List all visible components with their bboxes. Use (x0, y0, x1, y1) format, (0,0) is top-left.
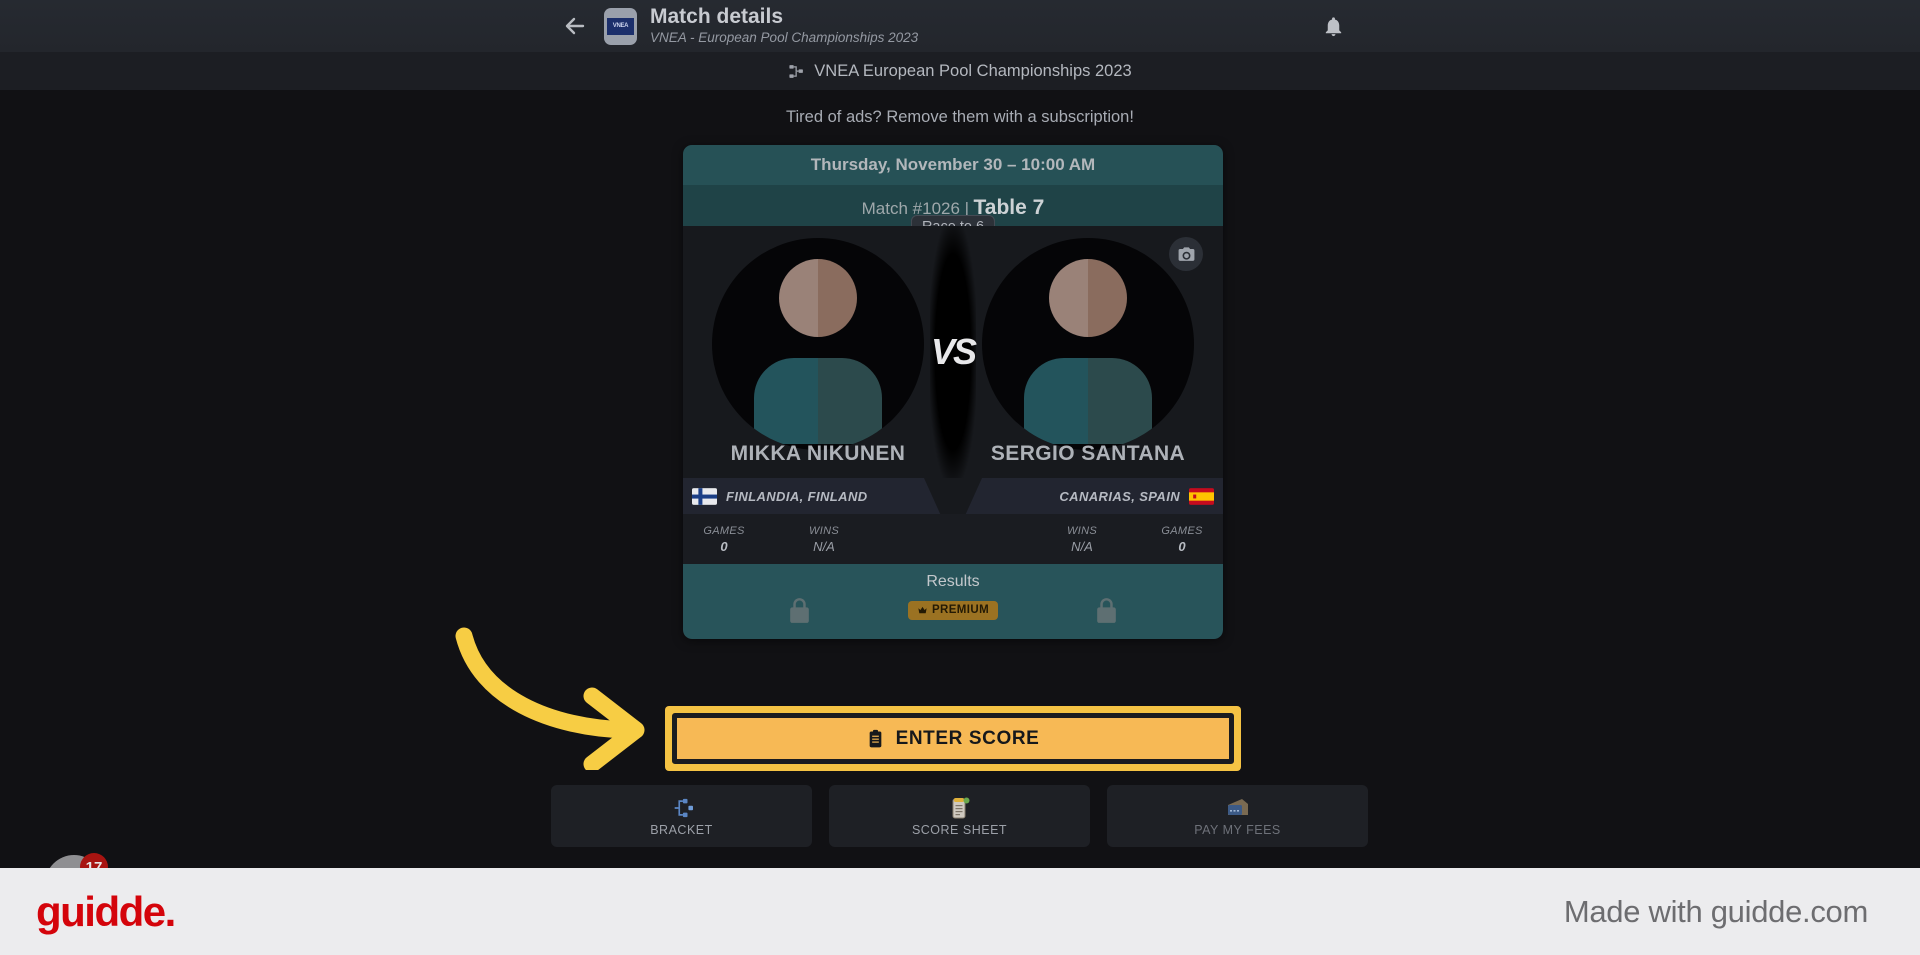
stat-games-left: GAMES 0 (699, 525, 749, 554)
app-root: VNEA Match details VNEA - European Pool … (0, 0, 1920, 955)
stats-left: GAMES 0 WINS N/A (683, 525, 953, 554)
highlight-arrow-annotation (450, 620, 680, 775)
enter-score-highlight: ENTER SCORE (665, 706, 1241, 771)
stat-label: WINS (1067, 524, 1097, 537)
tile-label: SCORE SHEET (911, 822, 1008, 837)
avatar-head (779, 259, 857, 337)
avatar-head (1049, 259, 1127, 337)
avatar-body (754, 358, 882, 444)
made-with-text: Made with guidde.com (1563, 893, 1868, 929)
players-section: MIKKA NIKUNEN SERGIO SANTANA VS (683, 226, 1223, 478)
bracket-icon (671, 796, 693, 820)
scoresheet-icon (949, 796, 971, 820)
countries-row: FINLANDIA, FINLAND CANARIAS, SPAIN (683, 478, 1223, 514)
match-card: Thursday, November 30 – 10:00 AM Match #… (683, 145, 1223, 639)
stat-value: N/A (813, 538, 835, 554)
stat-value: N/A (1071, 538, 1093, 554)
stats-row: GAMES 0 WINS N/A WINS N/A GAMES 0 (683, 514, 1223, 564)
bracket-icon (788, 63, 805, 80)
ads-subscription-link[interactable]: Tired of ads? Remove them with a subscri… (0, 108, 1920, 127)
results-title: Results (926, 573, 980, 590)
app-logo-text: VNEA (607, 17, 634, 35)
tournament-bar[interactable]: VNEA European Pool Championships 2023 (0, 52, 1920, 90)
avatar (982, 238, 1194, 450)
country-left: FINLANDIA, FINLAND (683, 478, 953, 514)
page-subtitle: VNEA - European Pool Championships 2023 (650, 29, 919, 45)
top-bar-titles: Match details VNEA - European Pool Champ… (650, 5, 918, 47)
guidde-footer: guidde. Made with guidde.com (0, 868, 1920, 955)
player-left[interactable]: MIKKA NIKUNEN (683, 226, 953, 478)
stat-label: GAMES (703, 524, 745, 537)
app-logo: VNEA (604, 7, 637, 45)
bell-icon[interactable] (1316, 9, 1350, 43)
stat-label: WINS (809, 524, 839, 537)
country-label-right: CANARIAS, SPAIN (1059, 488, 1180, 504)
enter-score-button[interactable]: ENTER SCORE (672, 713, 1234, 764)
stat-value: 0 (1178, 538, 1186, 554)
results-row: PREMIUM (683, 596, 1223, 625)
player-name-left: MIKKA NIKUNEN (730, 442, 906, 465)
tile-pay-my-fees[interactable]: PAY MY FEES (1107, 785, 1368, 847)
tile-score-sheet[interactable]: SCORE SHEET (829, 785, 1090, 847)
tile-label: PAY MY FEES (1194, 822, 1281, 837)
guidde-logo: guidde. (36, 887, 176, 935)
avatar (712, 238, 924, 450)
spain-flag-icon (1189, 487, 1214, 505)
match-info-row: Match #1026 | Table 7 Race to 6 (683, 185, 1223, 240)
finland-flag-icon (692, 487, 717, 505)
top-bar: VNEA Match details VNEA - European Pool … (0, 0, 1920, 52)
stat-value: 0 (720, 538, 728, 554)
player-name-right: SERGIO SANTANA (990, 442, 1186, 465)
premium-badge[interactable]: PREMIUM (907, 601, 999, 620)
stat-wins-right: WINS N/A (1057, 525, 1107, 554)
stat-games-right: GAMES 0 (1157, 525, 1207, 554)
tile-bracket[interactable]: BRACKET (551, 785, 812, 847)
country-right: CANARIAS, SPAIN (953, 478, 1223, 514)
match-date-header: Thursday, November 30 – 10:00 AM (683, 145, 1223, 185)
lock-icon (787, 596, 812, 625)
premium-label: PREMIUM (931, 604, 990, 616)
page-title: Match details (650, 4, 784, 28)
stat-wins-left: WINS N/A (799, 525, 849, 554)
enter-score-label: ENTER SCORE (895, 727, 1040, 749)
top-bar-left: VNEA Match details VNEA - European Pool … (560, 5, 918, 47)
stats-right: WINS N/A GAMES 0 (953, 525, 1223, 554)
camera-icon[interactable] (1169, 237, 1203, 271)
tournament-name: VNEA European Pool Championships 2023 (814, 61, 1132, 80)
clipboard-icon (867, 729, 884, 749)
crown-icon (918, 606, 927, 613)
country-label-left: FINLANDIA, FINLAND (726, 488, 868, 504)
back-arrow-icon[interactable] (560, 11, 590, 41)
tile-label: BRACKET (650, 822, 713, 837)
wallet-icon (1226, 796, 1250, 820)
results-section: Results PREMIUM (683, 564, 1223, 639)
lock-icon (1094, 596, 1119, 625)
avatar-body (1024, 358, 1152, 444)
stat-label: GAMES (1161, 524, 1203, 537)
